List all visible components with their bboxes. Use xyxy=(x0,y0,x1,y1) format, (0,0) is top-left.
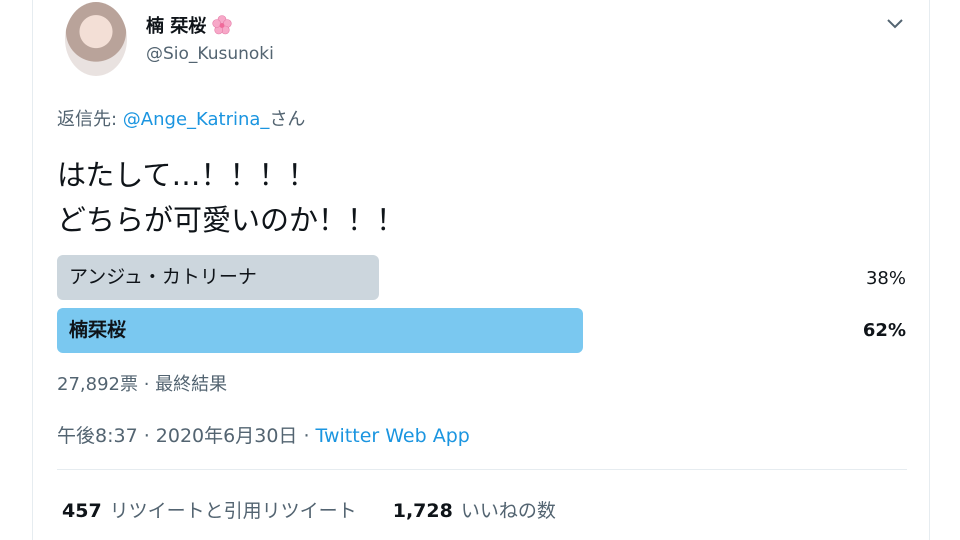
author-name-row[interactable]: 楠 栞桜 xyxy=(146,12,232,38)
poll-status: 最終結果 xyxy=(155,374,228,395)
reply-context: 返信先: @Ange_Katrina_さん xyxy=(57,105,305,131)
tweet-text-line: はたして…！！！！ xyxy=(57,158,317,192)
divider xyxy=(57,469,907,470)
separator: · xyxy=(137,374,156,395)
poll-option-label: アンジュ・カトリーナ xyxy=(69,266,257,288)
retweets-label: リツイートと引用リツイート xyxy=(109,500,357,522)
chevron-down-icon[interactable] xyxy=(884,12,906,34)
poll-option-bar-winner: 楠栞桜 xyxy=(57,308,583,353)
engagement-stats: 457 リツイートと引用リツイート 1,728 いいねの数 xyxy=(62,496,586,523)
tweet-timestamp: 午後8:37 · 2020年6月30日 · Twitter Web App xyxy=(57,421,470,448)
poll-option-label: 楠栞桜 xyxy=(69,319,127,341)
poll-vote-count: 27,892票 xyxy=(57,374,138,395)
display-name[interactable]: 楠 栞桜 xyxy=(146,12,206,38)
poll-meta: 27,892票 · 最終結果 xyxy=(57,370,227,396)
reply-mention-link[interactable]: @Ange_Katrina_ xyxy=(123,109,270,130)
retweets-stat[interactable]: 457 リツイートと引用リツイート xyxy=(62,500,357,522)
poll-option-percent: 38% xyxy=(865,268,906,289)
reply-suffix: さん xyxy=(269,109,306,130)
retweets-count: 457 xyxy=(62,500,102,522)
tweet-text-line: どちらが可愛いのか！！！ xyxy=(57,203,406,237)
tweet-text: はたして…！！！！ どちらが可愛いのか！！！ xyxy=(57,153,405,243)
poll-option-bar: アンジュ・カトリーナ xyxy=(57,255,379,300)
source-app-link[interactable]: Twitter Web App xyxy=(316,425,470,447)
likes-count: 1,728 xyxy=(392,500,453,522)
poll-option-percent: 62% xyxy=(862,320,906,341)
author-handle[interactable]: @Sio_Kusunoki xyxy=(146,44,274,64)
likes-stat[interactable]: 1,728 いいねの数 xyxy=(393,500,556,522)
avatar[interactable] xyxy=(65,2,127,76)
cherry-blossom-icon xyxy=(212,15,232,35)
timestamp-text[interactable]: 午後8:37 · 2020年6月30日 · xyxy=(57,425,316,447)
likes-label: いいねの数 xyxy=(460,500,556,522)
reply-prefix: 返信先: xyxy=(57,109,123,130)
